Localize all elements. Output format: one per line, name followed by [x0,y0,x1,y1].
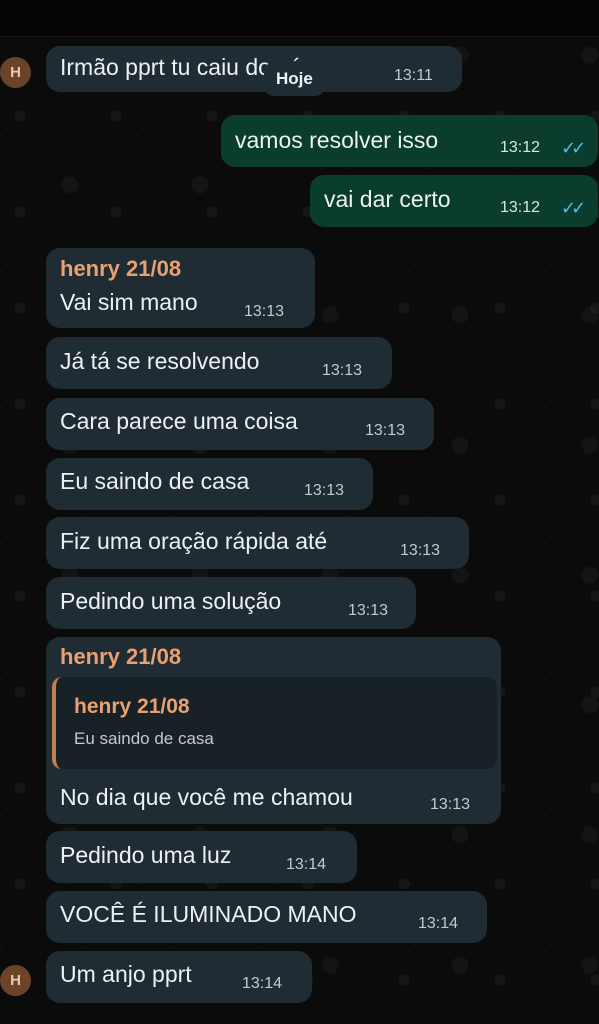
avatar-initial: H [10,64,21,81]
message-bubble[interactable]: Já tá se resolvendo 13:13 [46,337,392,389]
message-bubble[interactable]: Pedindo uma luz 13:14 [46,831,357,883]
message-time: 13:13 [365,422,406,439]
avatar[interactable]: H [0,57,31,88]
message-text: Um anjo pprt [60,961,192,987]
message-text: vai dar certo [324,186,451,212]
message-time: 13:14 [418,915,459,932]
message-bubble[interactable]: Irmão pprt tu caiu do céu 13:11 [46,46,462,92]
message-time: 13:11 [394,67,433,84]
top-bar [0,0,599,37]
message-time: 13:13 [304,482,345,499]
message-text: Já tá se resolvendo [60,348,260,374]
sender-name: henry 21/08 [60,256,182,281]
message-text: No dia que você me chamou [60,784,353,810]
message-text: VOCÊ É ILUMINADO MANO [60,901,357,927]
message-time: 13:14 [286,856,327,873]
double-check-icon: ✓✓ [561,138,586,158]
message-time: 13:14 [242,975,283,992]
message-text: Eu saindo de casa [60,468,250,494]
date-chip: Hoje [264,62,325,96]
message-bubble[interactable]: Eu saindo de casa 13:13 [46,458,373,510]
message-text: Cara parece uma coisa [60,408,298,434]
message-time: 13:12 [500,199,541,216]
message-text: Pedindo uma luz [60,842,232,868]
message-time: 13:13 [430,796,471,813]
message-time: 13:13 [348,602,389,619]
message-bubble[interactable]: Pedindo uma solução 13:13 [46,577,416,629]
avatar-initial: H [10,972,21,989]
message-text: Fiz uma oração rápida até [60,528,328,554]
message-text: Vai sim mano [60,289,198,315]
message-time: 13:13 [322,362,363,379]
message-bubble[interactable]: Cara parece uma coisa 13:13 [46,398,434,450]
message-bubble[interactable]: vai dar certo 13:12 ✓✓ [310,175,598,227]
message-time: 13:12 [500,139,541,156]
message-time: 13:13 [400,542,441,559]
quoted-message-text: Eu saindo de casa [74,729,214,748]
sender-name: henry 21/08 [60,644,182,669]
message-bubble[interactable]: Fiz uma oração rápida até 13:13 [46,517,469,569]
message-time: 13:13 [244,303,285,320]
message-bubble[interactable]: VOCÊ É ILUMINADO MANO 13:14 [46,891,487,943]
quoted-sender-name: henry 21/08 [74,695,190,718]
message-text: Pedindo uma solução [60,588,282,614]
reply-message-bubble[interactable]: henry 21/08 henry 21/08 Eu saindo de cas… [46,637,501,824]
avatar[interactable]: H [0,965,31,996]
double-check-icon: ✓✓ [561,198,586,218]
message-bubble[interactable]: henry 21/08 Vai sim mano 13:13 [46,248,315,328]
chat-screen: H Irmão pprt tu caiu do céu 13:11 Hoje v… [0,0,599,1024]
message-text: vamos resolver isso [235,127,439,153]
message-bubble[interactable]: vamos resolver isso 13:12 ✓✓ [221,115,598,167]
message-bubble[interactable]: Um anjo pprt 13:14 [46,951,312,1003]
quoted-message[interactable]: henry 21/08 Eu saindo de casa [52,677,497,769]
